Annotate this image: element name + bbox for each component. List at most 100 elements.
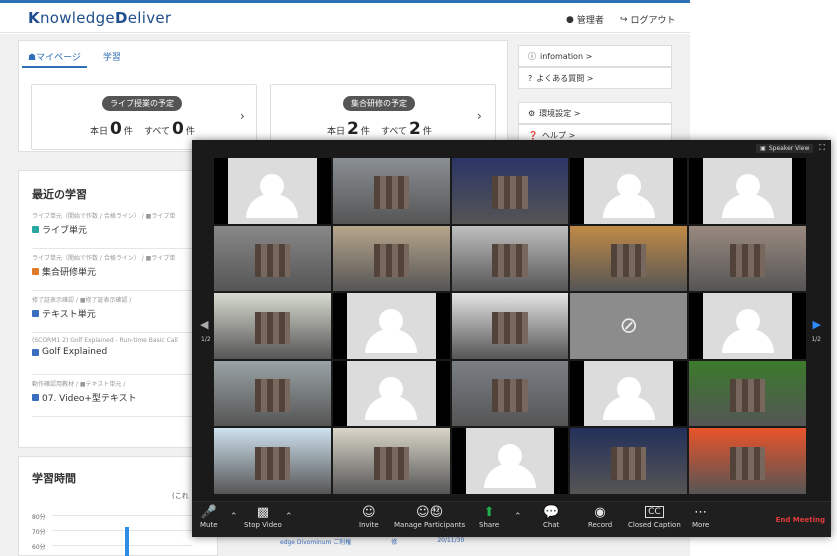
tab-study[interactable]: 学習 [97, 46, 127, 68]
mute-button[interactable]: 🎤 Mute [200, 504, 218, 529]
video-grid: ⊘ [214, 158, 806, 494]
recent-item-title[interactable]: 集合研修単元 [32, 265, 212, 278]
avatar-placeholder [228, 158, 317, 224]
stop-video-button[interactable]: ▩ Stop Video [244, 504, 282, 529]
manage-participants-button[interactable]: ☺☺ 42 Manage Participants [394, 504, 465, 529]
recent-item-title[interactable]: 07. Video+型テキスト [32, 391, 212, 404]
end-meeting-button[interactable]: End Meeting [776, 516, 825, 524]
settings-link[interactable]: ⚙ 環境設定 > [518, 102, 672, 124]
participant-video-tile[interactable] [451, 158, 569, 224]
chevron-right-icon: › [477, 109, 482, 123]
recent-item[interactable]: ライブ単元（開始で作数 / 合格ライン） / ■ライブ単ライブ単元 [32, 207, 212, 249]
participant-video-tile[interactable] [570, 428, 688, 494]
camera-off-icon: ⊘ [619, 313, 638, 339]
blurred-face [492, 243, 528, 277]
participant-video-tile[interactable] [689, 293, 806, 359]
participant-video-tile[interactable] [214, 360, 331, 427]
blurred-face [611, 243, 647, 277]
page-indicator-right: 1/2 [811, 336, 821, 343]
more-button[interactable]: ⋯ More [692, 504, 709, 529]
prev-page-arrow-icon[interactable]: ◀ [200, 318, 208, 331]
share-button[interactable]: ⬆ Share [479, 504, 499, 529]
next-page-arrow-icon[interactable]: ▶ [813, 318, 821, 331]
recent-item-title[interactable]: Golf Explained [32, 347, 212, 357]
more-icon: ⋯ [694, 505, 708, 520]
recent-item[interactable]: 修了証表示確認 / ■修了証表示確認 / テキスト単元 [32, 291, 212, 333]
participant-video-tile[interactable] [570, 225, 688, 292]
share-options-caret[interactable]: ⌃ [514, 512, 522, 522]
grid-line [52, 545, 192, 546]
participant-video-tile[interactable] [332, 158, 450, 224]
tab-mypage[interactable]: ☗マイページ [22, 46, 87, 68]
chat-button[interactable]: 💬 Chat [543, 504, 559, 529]
video-options-caret[interactable]: ⌃ [285, 512, 293, 522]
study-time-note: (これ [172, 492, 189, 500]
participant-video-tile[interactable] [214, 225, 331, 292]
logout-icon: ↪ [620, 14, 628, 25]
participant-video-tile[interactable] [332, 428, 450, 494]
zoom-meeting-window[interactable]: ▣ Speaker View ⛶ ◀ 1/2 ▶ 1/2 ⊘ 🎤 Mute ⌃ … [192, 140, 831, 537]
blurred-face [254, 243, 290, 277]
info-link[interactable]: ⓘ infomation > [518, 45, 672, 67]
faq-link[interactable]: ? よくある質問 > [518, 67, 672, 89]
speaker-view-button[interactable]: ▣ Speaker View [756, 143, 814, 153]
grid-line [52, 515, 192, 516]
blurred-face [611, 446, 647, 480]
participant-video-tile[interactable]: ⊘ [570, 293, 688, 359]
participant-video-tile[interactable] [332, 293, 450, 359]
participant-video-tile[interactable] [214, 158, 331, 224]
chevron-right-icon: › [240, 109, 245, 123]
participant-video-tile[interactable] [214, 428, 331, 494]
blurred-face [373, 243, 409, 277]
avatar-placeholder [703, 293, 792, 359]
closed-caption-button[interactable]: CC Closed Caption [628, 504, 681, 529]
logout-link[interactable]: ↪ ログアウト [620, 13, 676, 27]
fullscreen-icon[interactable]: ⛶ [819, 143, 825, 153]
app-header: KnowledgeDeliver ● 管理者 ↪ ログアウト [0, 3, 690, 33]
admin-link[interactable]: ● 管理者 [566, 13, 604, 27]
participant-video-tile[interactable] [451, 428, 569, 494]
help-icon: ❓ [528, 130, 538, 140]
unit-type-icon [32, 226, 39, 233]
recent-item[interactable]: ライブ単元（開始で作数 / 合格ライン） / ■ライブ単 集合研修単元 [32, 249, 212, 291]
blurred-face [373, 176, 409, 210]
participant-video-tile[interactable] [570, 360, 688, 427]
y-tick-label: 80分 [32, 514, 46, 521]
participant-video-tile[interactable] [451, 225, 569, 292]
recent-item-meta: 動作確認用教材 / ■テキスト単元 / [32, 381, 126, 388]
participant-video-tile[interactable] [332, 360, 450, 427]
table-row[interactable]: edge Divominum ご利権修 20/11/30 [280, 537, 490, 549]
meeting-toolbar: 🎤 Mute ⌃ ▩ Stop Video ⌃ ☺ Invite ☺☺ 42 Ma… [192, 501, 831, 537]
recent-item[interactable]: 動作確認用教材 / ■テキスト単元 / 07. Video+型テキスト [32, 375, 212, 417]
recent-item-title[interactable]: テキスト単元 [32, 307, 212, 320]
record-button[interactable]: ◉ Record [588, 504, 612, 529]
participant-video-tile[interactable] [214, 293, 331, 359]
blurred-face [373, 446, 409, 480]
participant-video-tile[interactable] [570, 158, 688, 224]
participant-video-tile[interactable] [689, 360, 806, 427]
home-icon: ☗ [28, 53, 37, 63]
recent-item-meta: ライブ単元（開始で作数 / 合格ライン） / ■ライブ単 [32, 213, 176, 220]
training-schedule-pill: 集合研修の予定 [343, 96, 415, 111]
participants-icon: ☺☺ 42 [416, 505, 444, 520]
unit-type-icon [32, 394, 39, 401]
chart-bar [125, 527, 129, 556]
audio-options-caret[interactable]: ⌃ [230, 512, 238, 522]
participant-video-tile[interactable] [332, 225, 450, 292]
avatar-placeholder [346, 360, 436, 427]
invite-button[interactable]: ☺ Invite [359, 504, 379, 529]
participant-video-tile[interactable] [451, 360, 569, 427]
recent-item[interactable]: (SCORM1 2) Golf Explained - Run-time Bas… [32, 333, 212, 375]
blurred-face [254, 311, 290, 345]
training-all-count: すべて 2 件 [381, 119, 432, 139]
participant-video-tile[interactable] [451, 293, 569, 359]
page-indicator-left: 1/2 [201, 336, 211, 343]
logo[interactable]: KnowledgeDeliver [28, 9, 171, 27]
participant-video-tile[interactable] [689, 225, 806, 292]
y-tick-label: 70分 [32, 529, 46, 536]
main-tabs: ☗マイページ 学習 [22, 46, 127, 68]
participant-video-tile[interactable] [689, 158, 806, 224]
speaker-view-icon: ▣ [760, 144, 766, 152]
recent-item-title[interactable]: ライブ単元 [32, 223, 212, 236]
participant-video-tile[interactable] [689, 428, 806, 494]
